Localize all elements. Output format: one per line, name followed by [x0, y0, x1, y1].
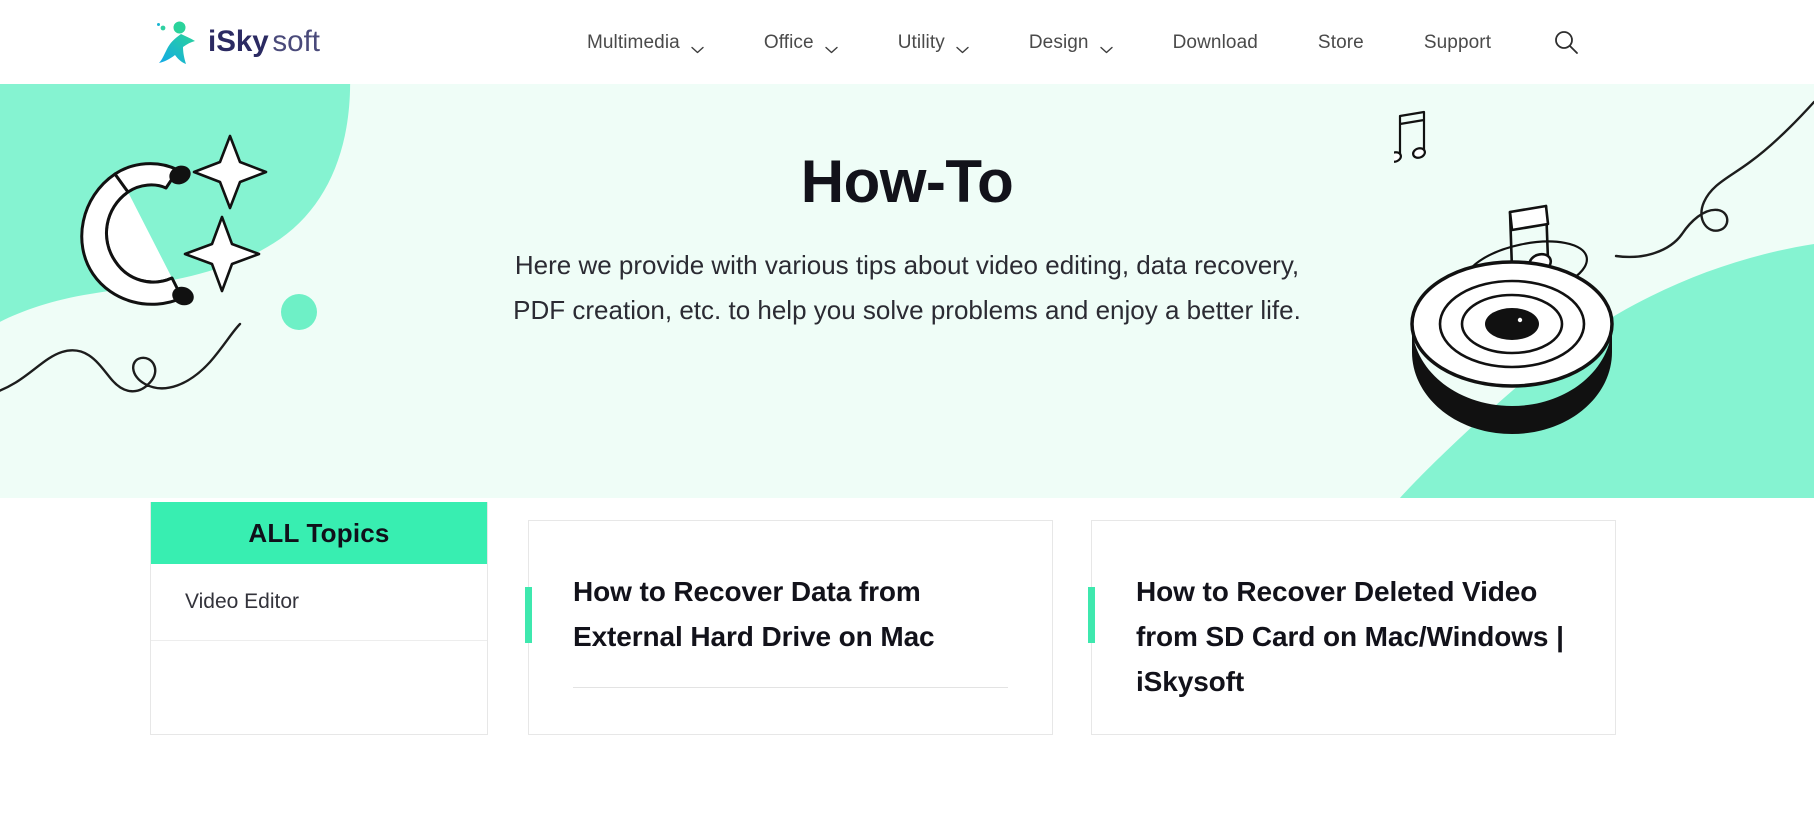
topics-sidebar: ALL Topics Video Editor [150, 502, 488, 735]
chevron-down-icon [825, 38, 838, 54]
sidebar-item-video-editor[interactable]: Video Editor [151, 564, 487, 641]
nav-label: Multimedia [586, 31, 680, 53]
nav-item-office[interactable]: Office [764, 27, 838, 58]
svg-text:iSky: iSky [208, 25, 269, 58]
page-title: How-To [800, 148, 1014, 215]
main-content: ALL Topics Video Editor How to Recover D… [0, 498, 1814, 840]
hero-banner: How-To Here we provide with various tips… [0, 84, 1814, 498]
nav-label: Office [763, 31, 814, 53]
nav-item-multimedia[interactable]: Multimedia [587, 27, 704, 58]
article-card-list: How to Recover Data from External Hard D… [525, 498, 1664, 735]
iskysoft-star-logo-icon [150, 18, 202, 66]
site-header: iSky soft Multimedia Office Utility Desi… [0, 0, 1814, 84]
article-card[interactable]: How to Recover Data from External Hard D… [525, 520, 1053, 735]
nav-item-support[interactable]: Support [1424, 27, 1491, 58]
nav-item-download[interactable]: Download [1173, 27, 1258, 58]
nav-label: Utility [897, 31, 945, 53]
hero-content: How-To Here we provide with various tips… [0, 84, 1814, 333]
nav-item-store[interactable]: Store [1318, 27, 1364, 58]
article-title[interactable]: How to Recover Deleted Video from SD Car… [1136, 569, 1571, 704]
accent-bar [1088, 587, 1095, 643]
hero-subtitle: Here we provide with various tips about … [513, 250, 1301, 325]
chevron-down-icon [691, 38, 704, 54]
brand-wordmark: iSky soft [208, 25, 387, 59]
svg-text:soft: soft [272, 25, 320, 58]
content-inner: ALL Topics Video Editor How to Recover D… [0, 498, 1814, 735]
nav-label: Download [1172, 31, 1258, 53]
sidebar-header-all-topics[interactable]: ALL Topics [151, 502, 487, 564]
chevron-down-icon [1099, 38, 1113, 54]
accent-bar [525, 587, 532, 643]
primary-navigation: Multimedia Office Utility Design Downloa [587, 27, 1579, 58]
nav-item-utility[interactable]: Utility [898, 27, 969, 58]
squiggle-line [0, 322, 242, 393]
nav-label: Support [1423, 31, 1492, 53]
nav-label: Design [1028, 31, 1089, 53]
search-icon[interactable] [1553, 29, 1579, 55]
nav-label: Store [1317, 31, 1364, 53]
chevron-down-icon [956, 38, 969, 54]
article-title[interactable]: How to Recover Data from External Hard D… [573, 569, 1008, 659]
nav-item-design[interactable]: Design [1029, 27, 1113, 58]
card-divider [573, 687, 1008, 688]
article-card[interactable]: How to Recover Deleted Video from SD Car… [1088, 520, 1616, 735]
logo-home-link[interactable]: iSky soft [150, 18, 387, 66]
